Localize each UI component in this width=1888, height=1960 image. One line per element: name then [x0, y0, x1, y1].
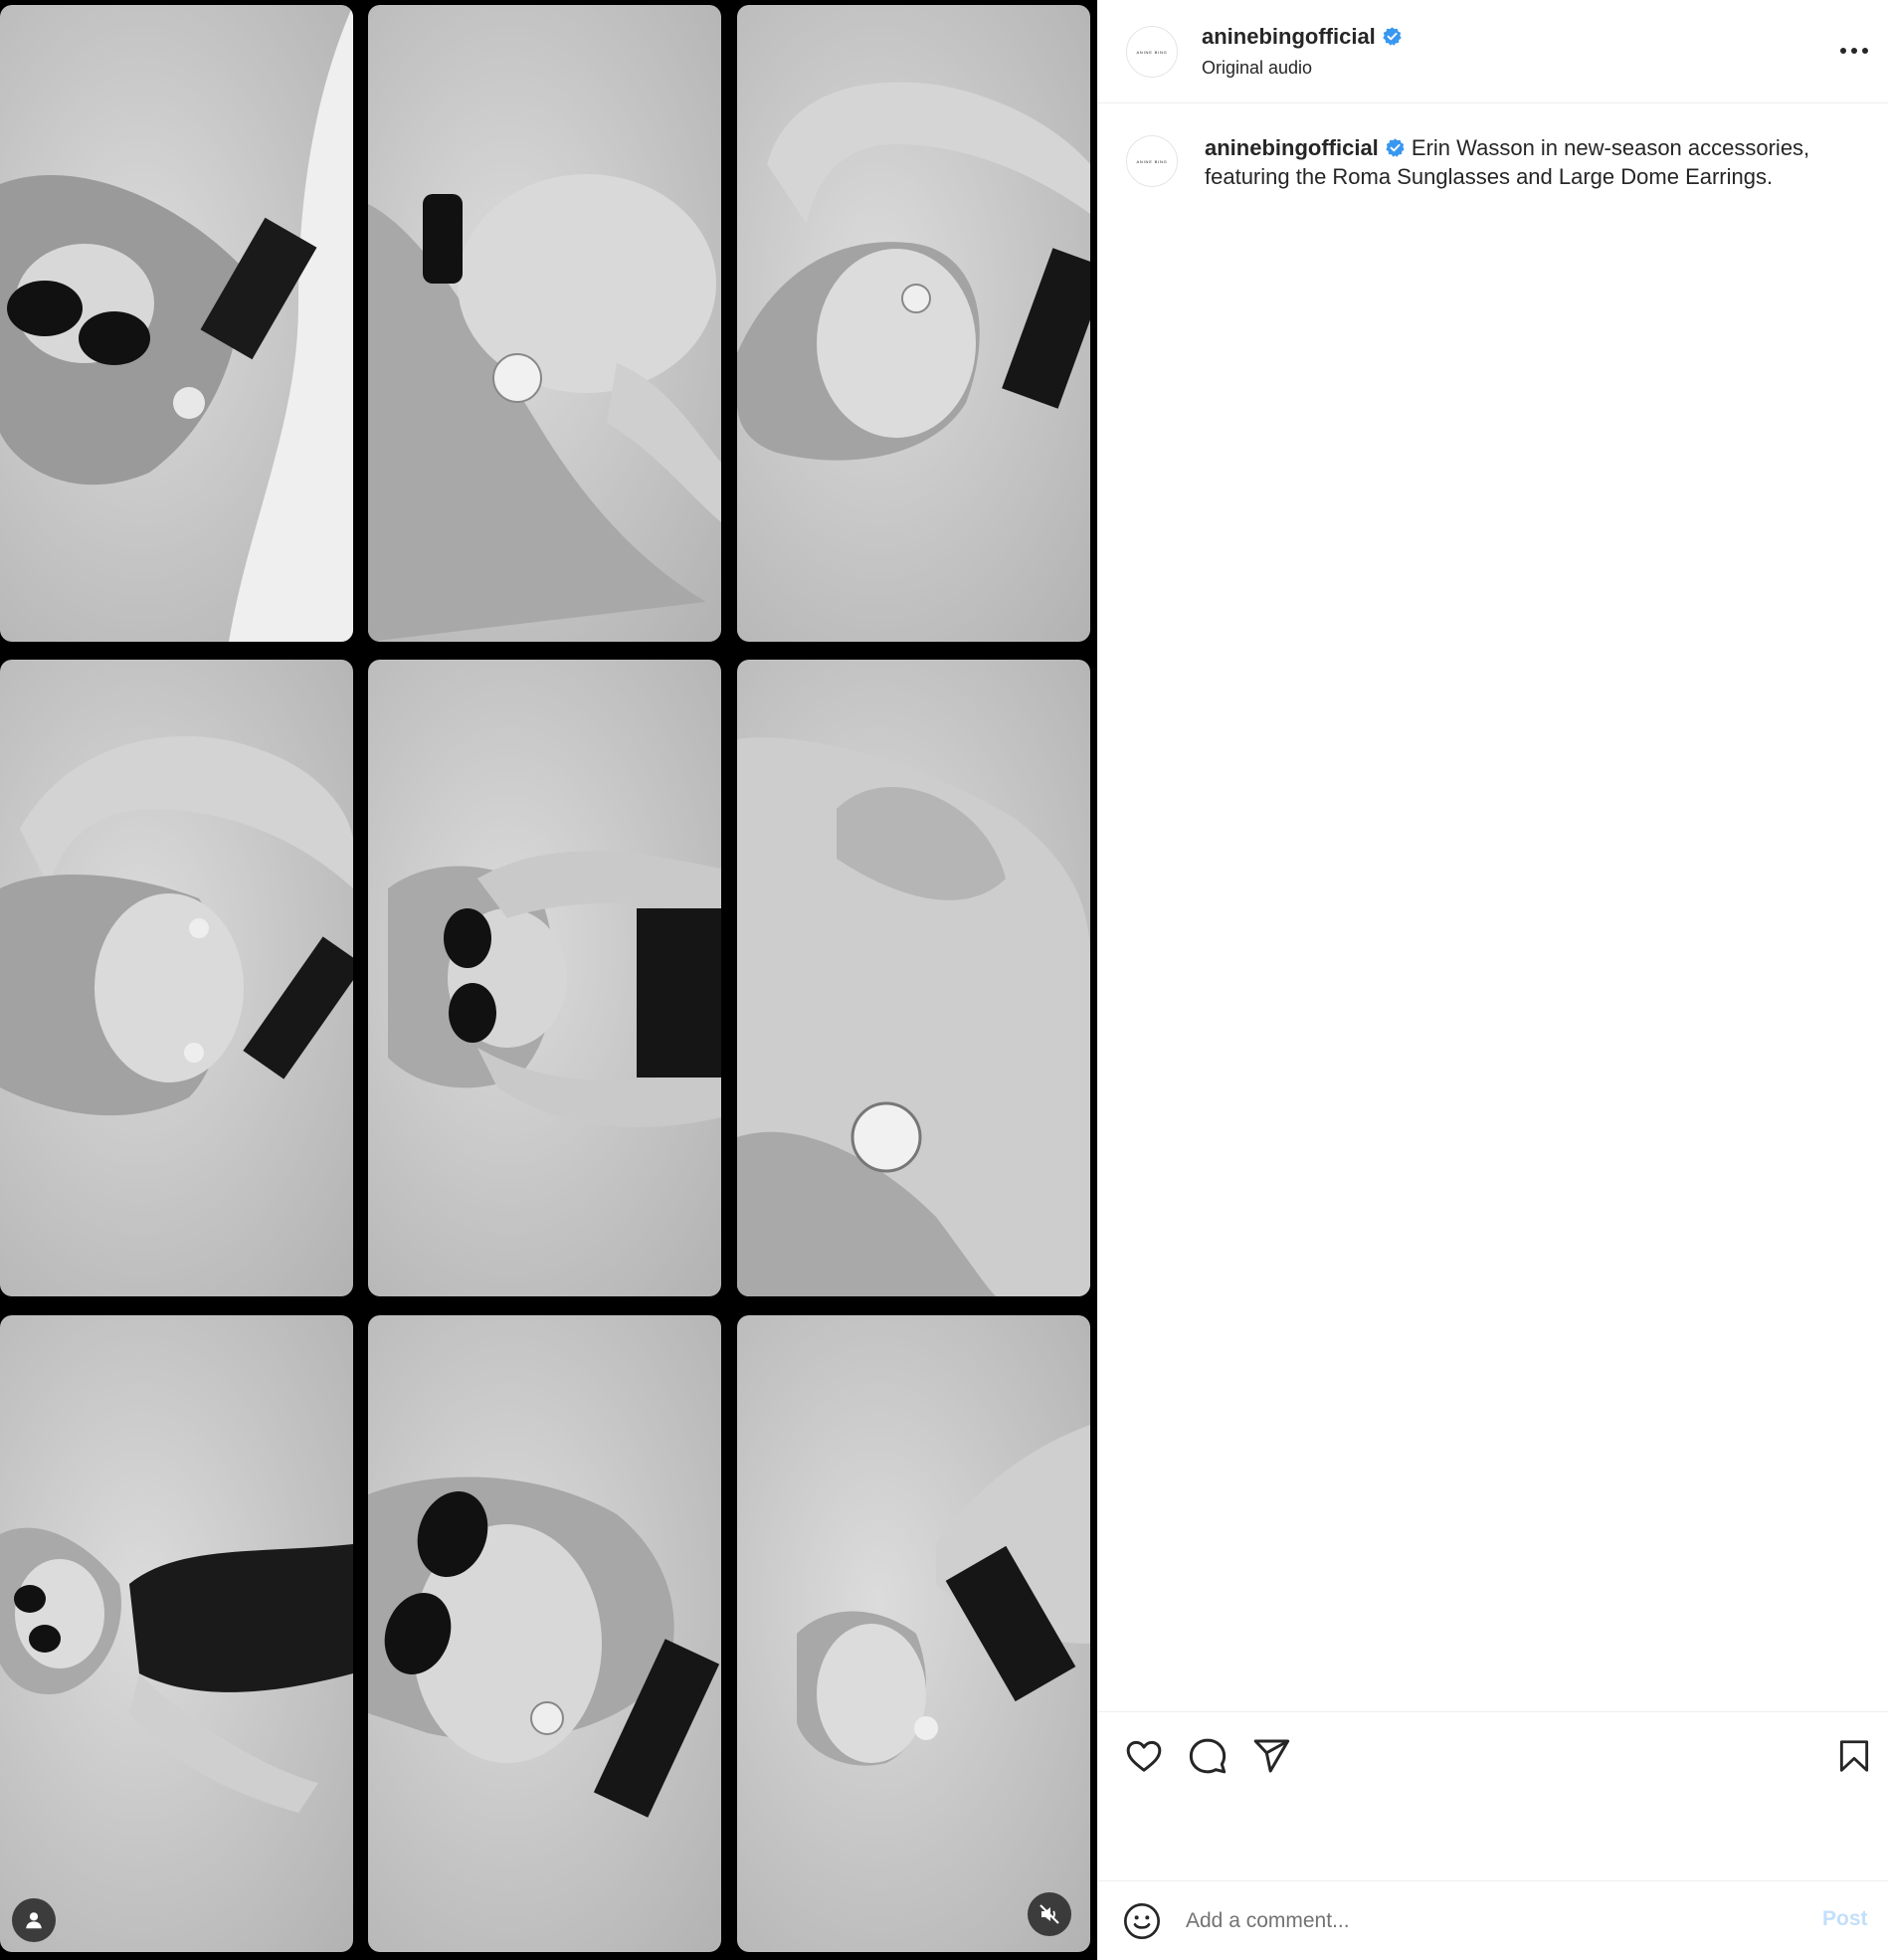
comment-bubble-icon: [1189, 1738, 1227, 1774]
mute-toggle-button[interactable]: [1028, 1892, 1071, 1936]
media-tile: [368, 5, 721, 642]
comment-composer: Post: [1098, 1880, 1888, 1960]
heart-icon: [1126, 1740, 1162, 1772]
bookmark-icon: [1839, 1740, 1869, 1772]
avatar-logo-text: ANINE BING: [1136, 49, 1168, 55]
post-side-panel: ANINE BING aninebingofficial Original au…: [1097, 0, 1888, 1960]
caption-text: aninebingofficial Erin Wasson in new-sea…: [1205, 133, 1861, 191]
avatar[interactable]: ANINE BING: [1126, 135, 1178, 187]
media-tile: [737, 660, 1090, 1296]
speaker-muted-icon: [1039, 1904, 1059, 1924]
media-tile: [737, 1315, 1090, 1952]
user-icon: [26, 1912, 42, 1929]
media-tile: [737, 5, 1090, 642]
share-button[interactable]: [1247, 1732, 1295, 1780]
post-media[interactable]: [0, 0, 1097, 1960]
verified-badge-icon: [1386, 138, 1405, 157]
comment-button[interactable]: [1184, 1732, 1231, 1780]
more-icon: [1840, 48, 1868, 54]
username-link[interactable]: aninebingofficial: [1202, 24, 1403, 50]
caption-username[interactable]: aninebingofficial: [1205, 135, 1379, 160]
avatar[interactable]: ANINE BING: [1126, 26, 1178, 78]
audio-label[interactable]: Original audio: [1202, 58, 1312, 79]
media-tile: [368, 660, 721, 1296]
more-options-button[interactable]: [1834, 36, 1874, 66]
like-button[interactable]: [1120, 1732, 1168, 1780]
media-tile: [0, 1315, 353, 1952]
post-header: ANINE BING aninebingofficial Original au…: [1098, 0, 1888, 103]
post-actions: [1098, 1711, 1888, 1880]
tagged-people-button[interactable]: [12, 1898, 56, 1942]
paper-plane-icon: [1253, 1739, 1290, 1773]
avatar-logo-text: ANINE BING: [1136, 158, 1168, 164]
comment-input[interactable]: [1186, 1899, 1743, 1943]
post-comment-button[interactable]: Post: [1822, 1907, 1868, 1931]
media-tile: [0, 5, 353, 642]
media-tile: [0, 660, 353, 1296]
save-button[interactable]: [1830, 1732, 1878, 1780]
verified-badge-icon: [1383, 27, 1402, 46]
media-tile: [368, 1315, 721, 1952]
emoji-icon[interactable]: [1122, 1901, 1162, 1941]
